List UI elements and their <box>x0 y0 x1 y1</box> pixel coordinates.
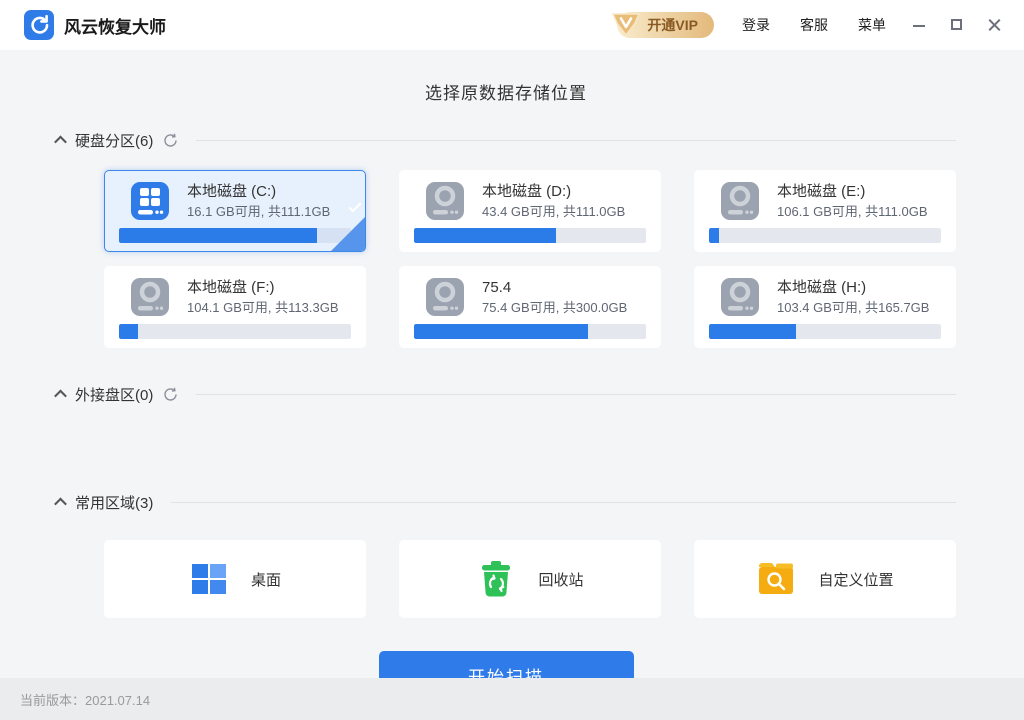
section-partitions-title: 硬盘分区(6) <box>75 130 153 151</box>
minimize-button[interactable] <box>912 18 926 32</box>
login-button[interactable]: 登录 <box>742 15 770 35</box>
area-card-1[interactable]: 回收站 <box>399 540 661 618</box>
app-logo-icon <box>24 10 54 40</box>
section-common-header: 常用区域(3) <box>56 492 956 512</box>
divider <box>171 502 956 503</box>
disk-usage-bar <box>119 324 351 339</box>
section-external-header: 外接盘区(0) <box>56 384 956 404</box>
disk-grid: 本地磁盘 (C:) 16.1 GB可用, 共111.1GB 本地磁盘 (D:) … <box>104 170 956 348</box>
titlebar: 风云恢复大师 开通VIP 登录 客服 菜单 <box>0 0 1024 50</box>
close-button[interactable] <box>988 18 1002 32</box>
vip-button[interactable]: 开通VIP <box>617 12 714 38</box>
footer: 当前版本：2021.07.14 <box>0 678 1024 720</box>
disk-name: 75.4 <box>482 278 627 298</box>
disk-card-2[interactable]: 本地磁盘 (E:) 106.1 GB可用, 共111.0GB <box>694 170 956 252</box>
disk-drive-icon <box>719 276 761 318</box>
chevron-up-icon[interactable] <box>54 497 67 510</box>
section-common-title: 常用区域(3) <box>75 492 153 513</box>
disk-usage-bar-fill <box>119 324 138 339</box>
disk-drive-selected-icon <box>129 180 171 222</box>
page-title: 选择原数据存储位置 <box>56 50 956 130</box>
area-label: 自定义位置 <box>818 569 893 590</box>
recycle-bin-icon <box>478 560 514 598</box>
selected-check-icon <box>330 216 366 252</box>
disk-card-1[interactable]: 本地磁盘 (D:) 43.4 GB可用, 共111.0GB <box>399 170 661 252</box>
section-external-title: 外接盘区(0) <box>75 384 153 405</box>
disk-drive-icon <box>129 276 171 318</box>
disk-drive-icon <box>424 276 466 318</box>
disk-usage-bar <box>709 228 941 243</box>
main-content: 选择原数据存储位置 硬盘分区(6) <box>0 50 1024 699</box>
disk-usage-bar <box>414 324 646 339</box>
folder-search-icon <box>756 561 796 597</box>
chevron-up-icon[interactable] <box>54 389 67 402</box>
disk-card-4[interactable]: 75.4 75.4 GB可用, 共300.0GB <box>399 266 661 348</box>
disk-usage: 104.1 GB可用, 共113.3GB <box>187 299 339 317</box>
version-text: 当前版本：2021.07.14 <box>20 690 150 709</box>
maximize-button[interactable] <box>950 18 964 32</box>
minimize-icon <box>913 25 925 27</box>
refresh-icon[interactable] <box>163 133 178 148</box>
area-label: 回收站 <box>538 569 583 590</box>
chevron-up-icon[interactable] <box>54 135 67 148</box>
disk-card-5[interactable]: 本地磁盘 (H:) 103.4 GB可用, 共165.7GB <box>694 266 956 348</box>
disk-usage-bar <box>709 324 941 339</box>
disk-usage: 106.1 GB可用, 共111.0GB <box>777 203 928 221</box>
area-label: 桌面 <box>251 569 281 590</box>
disk-drive-icon <box>719 180 761 222</box>
maximize-icon <box>951 19 962 30</box>
disk-name: 本地磁盘 (E:) <box>777 182 928 202</box>
section-partitions-header: 硬盘分区(6) <box>56 130 956 150</box>
disk-usage: 103.4 GB可用, 共165.7GB <box>777 299 929 317</box>
divider <box>196 140 956 141</box>
area-grid: 桌面 回收站 自定义位置 <box>104 540 956 618</box>
disk-usage-bar <box>414 228 646 243</box>
menu-button[interactable]: 菜单 <box>858 15 886 35</box>
refresh-icon[interactable] <box>163 387 178 402</box>
windows-desktop-icon <box>190 560 228 598</box>
disk-drive-icon <box>424 180 466 222</box>
disk-usage: 43.4 GB可用, 共111.0GB <box>482 203 625 221</box>
app-title: 风云恢复大师 <box>64 13 166 38</box>
disk-name: 本地磁盘 (F:) <box>187 278 339 298</box>
disk-usage: 75.4 GB可用, 共300.0GB <box>482 299 627 317</box>
disk-name: 本地磁盘 (D:) <box>482 182 625 202</box>
disk-usage-bar-fill <box>119 228 317 243</box>
vip-badge-icon <box>611 10 641 38</box>
vip-button-label: 开通VIP <box>647 15 698 35</box>
disk-usage: 16.1 GB可用, 共111.1GB <box>187 203 330 221</box>
disk-card-3[interactable]: 本地磁盘 (F:) 104.1 GB可用, 共113.3GB <box>104 266 366 348</box>
disk-usage-bar <box>119 228 351 243</box>
disk-name: 本地磁盘 (H:) <box>777 278 929 298</box>
area-card-0[interactable]: 桌面 <box>104 540 366 618</box>
disk-card-0[interactable]: 本地磁盘 (C:) 16.1 GB可用, 共111.1GB <box>104 170 366 252</box>
disk-usage-bar-fill <box>709 324 796 339</box>
disk-usage-bar-fill <box>414 324 588 339</box>
disk-usage-bar-fill <box>414 228 556 243</box>
area-card-2[interactable]: 自定义位置 <box>694 540 956 618</box>
customer-service-button[interactable]: 客服 <box>800 15 828 35</box>
disk-name: 本地磁盘 (C:) <box>187 182 330 202</box>
window-controls <box>912 18 1010 32</box>
divider <box>196 394 956 395</box>
titlebar-menu: 登录 客服 菜单 <box>742 15 886 35</box>
disk-usage-bar-fill <box>709 228 719 243</box>
